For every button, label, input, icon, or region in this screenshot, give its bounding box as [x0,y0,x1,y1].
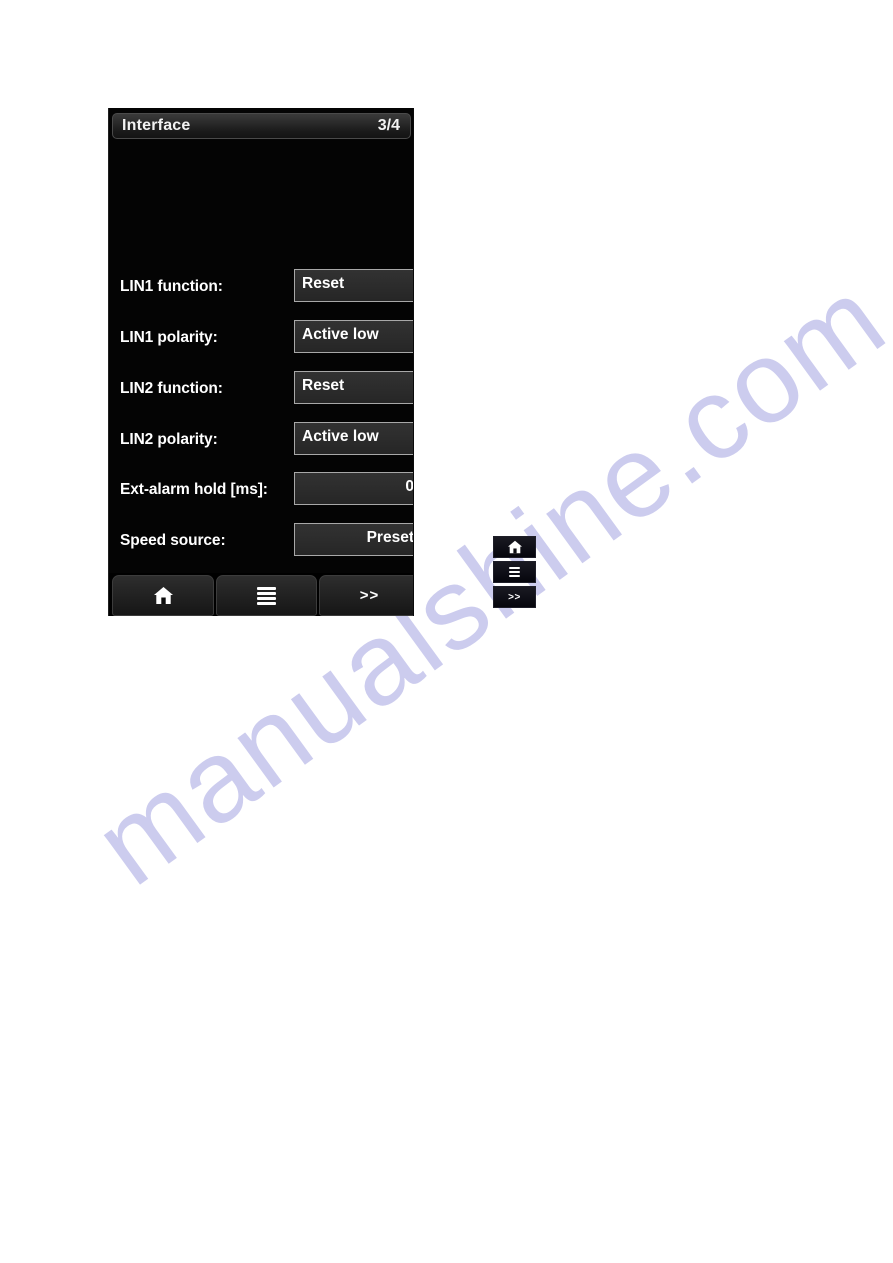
legend-menu-button[interactable] [493,561,536,583]
legend-next-page-button[interactable]: >> [493,586,536,608]
settings-row-ext-alarm-hold: Ext-alarm hold [ms]: 0 [109,472,414,512]
legend-home-button[interactable] [493,536,536,558]
next-page-label: >> [359,587,380,604]
field-label: Speed source: [120,532,226,549]
settings-row-lin1-function: LIN1 function: Reset [109,269,413,309]
home-icon [507,540,523,554]
field-label: LIN2 polarity: [120,431,218,448]
field-value-lin2-function[interactable]: Reset [294,371,413,404]
field-value-text: Preset [366,529,414,546]
field-value-lin1-polarity[interactable]: Active low [294,320,413,353]
list-menu-icon [257,586,276,605]
field-value-text: Reset [302,275,345,292]
screen-title-bar: Interface 3/4 [112,113,411,139]
menu-button[interactable] [216,575,317,616]
field-value-text: Reset [302,377,345,394]
bottom-toolbar: >> [109,573,413,616]
page-title: Interface [122,117,191,134]
field-value-text: Active low [302,326,379,343]
field-value-text: 0 [405,478,414,495]
settings-row-speed-source: Speed source: Preset [109,523,414,563]
side-button-legend: >> [493,536,536,609]
settings-row-lin2-function: LIN2 function: Reset [109,371,413,411]
legend-next-page-label: >> [508,591,521,603]
list-menu-icon [509,567,520,577]
settings-row-lin1-polarity: LIN1 polarity: Active low [109,320,413,360]
field-value-text: Active low [302,428,379,445]
field-label: LIN2 function: [120,380,223,397]
home-icon [153,586,174,605]
field-value-lin2-polarity[interactable]: Active low [294,422,413,455]
field-label: Ext-alarm hold [ms]: [120,481,268,498]
field-value-speed-source[interactable]: Preset [294,523,414,556]
field-label: LIN1 function: [120,278,223,295]
settings-row-lin2-polarity: LIN2 polarity: Active low [109,422,413,462]
next-page-button[interactable]: >> [319,575,413,616]
field-value-ext-alarm-hold[interactable]: 0 [294,472,414,505]
field-label: LIN1 polarity: [120,329,218,346]
home-button[interactable] [112,575,214,616]
page-indicator: 3/4 [377,117,400,134]
field-value-lin1-function[interactable]: Reset [294,269,413,302]
device-screen: Interface 3/4 LIN1 function: Reset LIN1 … [108,108,414,616]
